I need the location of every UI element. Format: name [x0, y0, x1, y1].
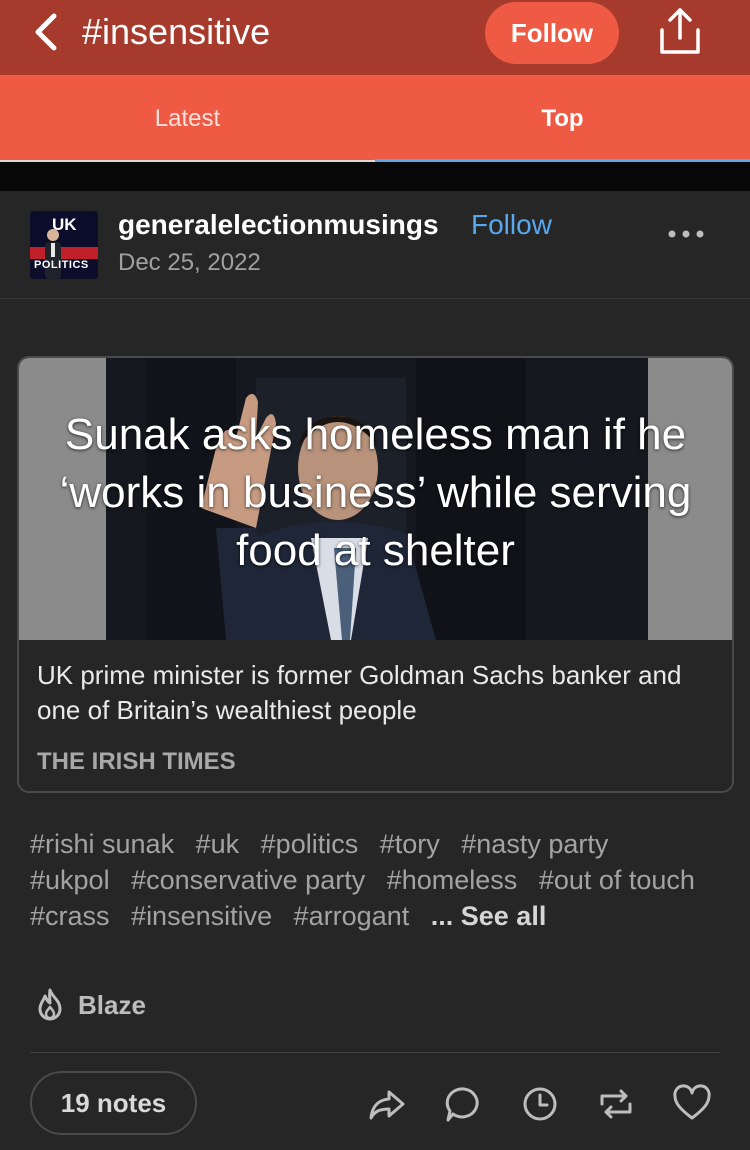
see-all-tags-link[interactable]: ... See all — [431, 901, 547, 931]
reblog-icon[interactable] — [596, 1084, 636, 1124]
feed-gap — [0, 162, 750, 191]
schedule-icon[interactable] — [520, 1084, 560, 1124]
follow-tag-button[interactable]: Follow — [485, 2, 619, 64]
avatar[interactable]: UK POLITICS — [30, 211, 98, 279]
post-tags: #rishi sunak #uk #politics #tory #nasty … — [30, 826, 720, 934]
like-icon[interactable] — [672, 1084, 712, 1124]
top-bar: #insensitive Follow — [0, 0, 750, 75]
tag-link[interactable]: #conservative party — [131, 865, 365, 895]
link-card-headline: Sunak asks homeless man if he ‘works in … — [59, 410, 692, 575]
tab-latest[interactable]: Latest — [0, 75, 375, 162]
tag-link[interactable]: #ukpol — [30, 865, 110, 895]
tag-link[interactable]: #out of touch — [539, 865, 695, 895]
page-title: #insensitive — [82, 11, 271, 52]
follow-blog-button[interactable]: Follow — [471, 209, 552, 241]
more-options-icon[interactable] — [666, 227, 706, 241]
link-card-source: THE IRISH TIMES — [37, 748, 236, 775]
notes-count-button[interactable]: 19 notes — [30, 1071, 197, 1135]
tag-link[interactable]: #tory — [380, 829, 440, 859]
footer-divider — [30, 1052, 720, 1053]
tag-link[interactable]: #insensitive — [131, 901, 272, 931]
tag-link[interactable]: #uk — [196, 829, 240, 859]
tag-link[interactable]: #nasty party — [461, 829, 608, 859]
link-card[interactable]: Sunak asks homeless man if he ‘works in … — [17, 356, 734, 793]
chevron-left-icon[interactable] — [30, 10, 70, 54]
flame-icon — [38, 988, 62, 1021]
tab-bar: Latest Top — [0, 75, 750, 163]
link-card-description: UK prime minister is former Goldman Sach… — [37, 660, 682, 725]
header-divider — [0, 298, 750, 299]
tag-link[interactable]: #politics — [261, 829, 359, 859]
tag-link[interactable]: #arrogant — [294, 901, 410, 931]
reply-icon[interactable] — [444, 1084, 484, 1124]
share-post-icon[interactable] — [367, 1084, 407, 1124]
avatar-label-politics: POLITICS — [34, 259, 89, 271]
post-date: Dec 25, 2022 — [118, 249, 261, 276]
tag-link[interactable]: #crass — [30, 901, 110, 931]
blaze-label: Blaze — [78, 989, 146, 1020]
tag-link[interactable]: #homeless — [387, 865, 518, 895]
avatar-label-uk: UK — [52, 215, 77, 234]
tag-link[interactable]: #rishi sunak — [30, 829, 174, 859]
avatar-stripe — [30, 247, 98, 259]
share-icon[interactable] — [654, 6, 706, 58]
tab-top[interactable]: Top — [375, 75, 750, 162]
blog-name[interactable]: generalelectionmusings — [118, 209, 439, 241]
blaze-button[interactable]: Blaze — [34, 987, 146, 1023]
link-card-image: Sunak asks homeless man if he ‘works in … — [19, 358, 732, 640]
post: UK POLITICS generalelectionmusings Follo… — [0, 191, 750, 1150]
